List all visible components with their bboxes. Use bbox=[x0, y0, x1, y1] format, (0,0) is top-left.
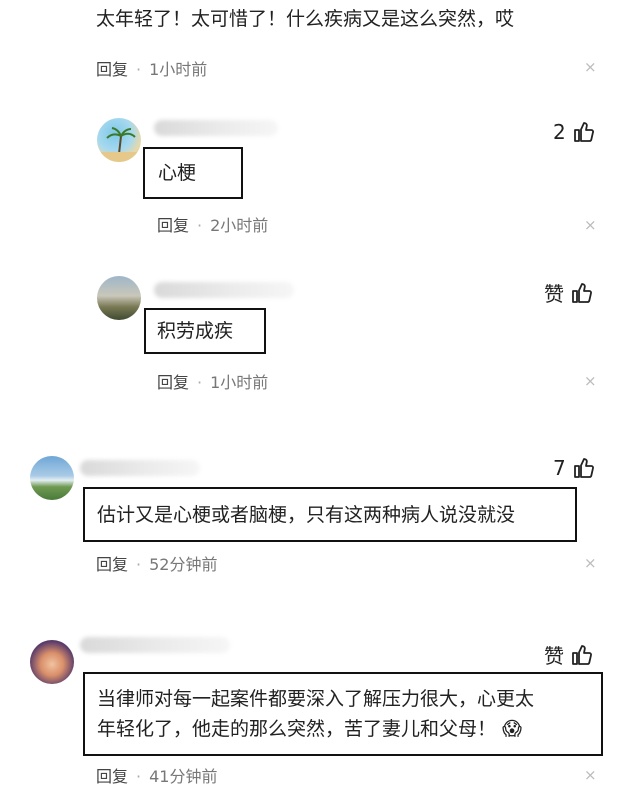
avatar[interactable] bbox=[30, 456, 74, 500]
close-icon[interactable]: × bbox=[584, 766, 597, 784]
like-count: 2 bbox=[553, 120, 566, 144]
username-blurred bbox=[80, 637, 230, 653]
comment-text-line2-content: 年轻化了，他走的那么突然，苦了妻儿和父母！ bbox=[97, 718, 497, 740]
comment-text: 估计又是心梗或者脑梗，只有这两种病人说没就没 bbox=[97, 503, 516, 526]
like-count: 7 bbox=[553, 456, 566, 480]
comment-meta: 回复 · 52分钟前 bbox=[96, 555, 218, 574]
highlighted-comment-box: 估计又是心梗或者脑梗，只有这两种病人说没就没 bbox=[83, 487, 577, 542]
like-button[interactable]: 7 bbox=[553, 456, 596, 480]
comment-text-line1: 当律师对每一起案件都要深入了解压力很大，心更太 bbox=[97, 688, 535, 710]
comment-meta: 回复 · 41分钟前 bbox=[96, 767, 218, 786]
comment-meta: 回复 · 1小时前 bbox=[96, 60, 208, 79]
close-icon[interactable]: × bbox=[584, 216, 597, 234]
comment-text-line2: 年轻化了，他走的那么突然，苦了妻儿和父母！ 😱 bbox=[97, 714, 522, 744]
comment-meta: 回复 · 1小时前 bbox=[157, 373, 269, 392]
reply-button[interactable]: 回复 bbox=[157, 216, 189, 235]
scared-face-emoji: 😱 bbox=[502, 718, 522, 740]
username-blurred bbox=[154, 282, 294, 298]
comment-time: 41分钟前 bbox=[149, 767, 218, 786]
comment-text: 太年轻了！太可惜了！什么疾病又是这么突然，哎 bbox=[96, 8, 515, 30]
avatar[interactable] bbox=[97, 118, 141, 162]
avatar[interactable] bbox=[30, 640, 74, 684]
highlighted-comment-box: 当律师对每一起案件都要深入了解压力很大，心更太 年轻化了，他走的那么突然，苦了妻… bbox=[83, 672, 603, 756]
thumbs-up-icon bbox=[573, 122, 594, 142]
avatar[interactable] bbox=[97, 276, 141, 320]
highlighted-comment-box: 积劳成疾 bbox=[144, 308, 266, 354]
comment-text: 心梗 bbox=[158, 162, 197, 184]
like-button[interactable]: 赞 bbox=[544, 278, 594, 307]
palm-icon bbox=[101, 127, 137, 162]
like-button[interactable]: 赞 bbox=[544, 640, 594, 669]
comment-time: 2小时前 bbox=[210, 216, 269, 235]
reply-button[interactable]: 回复 bbox=[96, 767, 128, 786]
highlighted-comment-box: 心梗 bbox=[143, 147, 243, 199]
username-blurred bbox=[80, 460, 200, 476]
reply-button[interactable]: 回复 bbox=[96, 555, 128, 574]
thumbs-up-icon bbox=[572, 282, 592, 303]
comment-time: 1小时前 bbox=[210, 373, 269, 392]
like-button[interactable]: 2 bbox=[553, 120, 596, 144]
comment-text: 积劳成疾 bbox=[157, 320, 234, 342]
like-count: 赞 bbox=[544, 644, 564, 668]
thumbs-up-icon bbox=[573, 458, 594, 478]
reply-button[interactable]: 回复 bbox=[96, 60, 128, 79]
like-count: 赞 bbox=[544, 282, 564, 306]
comment-time: 1小时前 bbox=[149, 60, 208, 79]
close-icon[interactable]: × bbox=[584, 554, 597, 572]
close-icon[interactable]: × bbox=[584, 372, 597, 390]
thumbs-up-icon bbox=[572, 644, 592, 665]
comment-meta: 回复 · 2小时前 bbox=[157, 216, 269, 235]
reply-button[interactable]: 回复 bbox=[157, 373, 189, 392]
username-blurred bbox=[154, 120, 278, 136]
close-icon[interactable]: × bbox=[584, 58, 597, 76]
comment-time: 52分钟前 bbox=[149, 555, 218, 574]
